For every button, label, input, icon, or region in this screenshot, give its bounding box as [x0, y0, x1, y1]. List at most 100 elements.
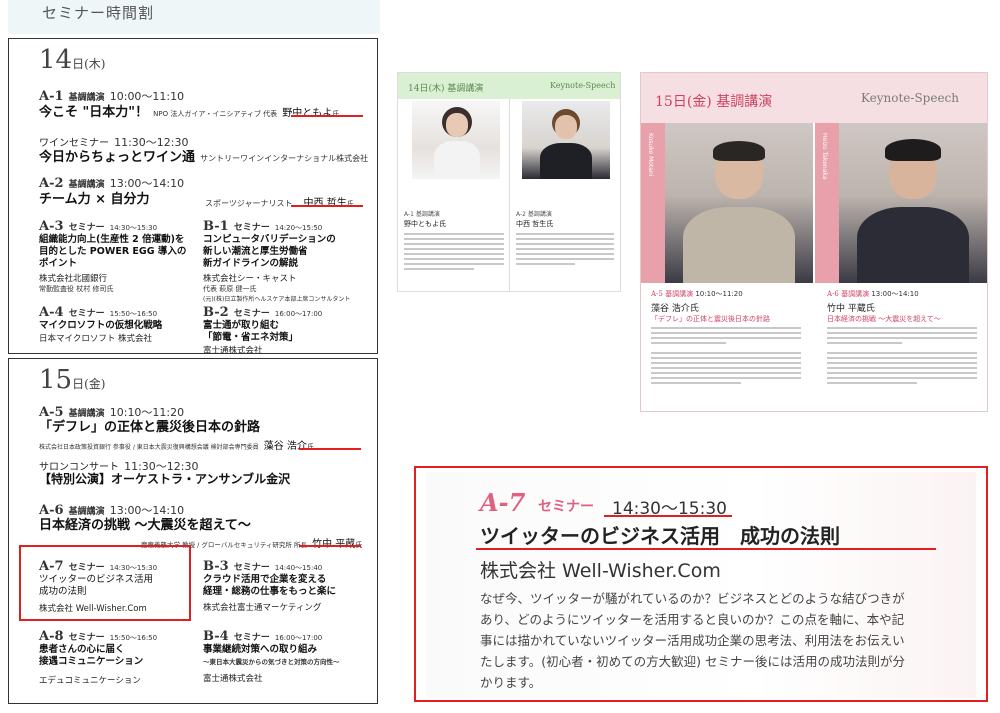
session-title-line: ポイント — [39, 258, 78, 269]
schedule-day15-panel: 15日(金) A-5 基調講演 10:10～11:20 「デフレ」の正体と震災後… — [8, 358, 378, 704]
day14-suffix: 日(木) — [72, 57, 106, 71]
session-tag: セミナー — [68, 309, 105, 319]
session-time: 15:50～16:50 — [109, 310, 158, 318]
session-tag: 基調講演 — [841, 290, 870, 298]
keynote-heading: 15日(金) 基調講演 — [655, 94, 773, 110]
description-line: あり、どのようにツイッターを活用すると良いのか？この点を軸に、本や記 — [480, 612, 905, 627]
a5-speaker-row: 株式会社日本政策投資銀行 参事役 / 東日本大震災復興構想会議 検討部会専門委員… — [39, 434, 314, 453]
spread-right-page: Keynote-Speech A-2 基調講演 中西 哲生氏 — [510, 73, 620, 291]
session-title-line: ～東日本大震災からの気づきと対策の方向性～ — [203, 658, 340, 666]
speaker-photo-a2 — [522, 101, 610, 179]
day15-date: 15日(金) — [39, 365, 105, 395]
session-tag: セミナー — [233, 633, 270, 643]
speaker-romaji: Kosuke Motani — [647, 133, 654, 177]
session-title-line: 富士通が取り組む — [203, 320, 280, 331]
speaker-name: 野中ともよ — [282, 108, 333, 119]
session-time: 13:00～14:10 — [871, 290, 919, 298]
company-name: 株式会社 Well-Wisher.Com — [39, 604, 147, 614]
session-title-line: 接遇コミュニケーション — [39, 656, 144, 667]
session-title-line: 経理・総務の仕事をもっと楽に — [203, 586, 337, 597]
session-title-line: 患者さんの心に届く — [39, 644, 125, 655]
face-shape — [555, 115, 577, 139]
session-code: A-8 — [39, 629, 64, 644]
company-name: 富士通株式会社 — [203, 674, 263, 684]
session-code: B-2 — [203, 305, 229, 320]
session-title-line: 成功の法則 — [39, 586, 87, 597]
speaker-name: 代表 萩原 健一氏 — [203, 285, 257, 293]
session-title: ツイッターのビジネス活用 成功の法則 — [480, 524, 840, 548]
a5-title: 「デフレ」の正体と震災後日本の針路 — [39, 420, 261, 435]
session-description: なぜ今、ツイッターが騒がれているのか？ビジネスとどのような結びつきが あり、どの… — [480, 588, 905, 693]
session-code: B-4 — [203, 629, 229, 644]
session-title-line: ツイッターのビジネス活用 — [39, 574, 154, 585]
day14-number: 14 — [39, 45, 73, 75]
company-name: 富士通株式会社 — [203, 346, 263, 354]
session-code: A-5 — [651, 290, 663, 298]
speaker-photo-a5 — [665, 123, 813, 283]
session-tag: セミナー — [233, 309, 270, 319]
face-shape — [446, 113, 468, 137]
session-time: 16:00～17:00 — [274, 634, 323, 642]
session-code: A-7 — [39, 559, 64, 574]
session-tag: セミナー — [233, 223, 270, 233]
session-title-line: コンピュータバリデーションの — [203, 234, 336, 245]
description-line: 事には描かれていないツイッター活用成功企業の思考法、利用法をお伝えい — [480, 633, 905, 648]
highlight-underline — [604, 515, 732, 517]
session-title-line: 「節電・省エネ対策」 — [203, 332, 299, 343]
speaker-photo-a6 — [839, 123, 987, 283]
session-title-line: マイクロソフトの仮想化戦略 — [39, 320, 163, 331]
speaker-photo-a1 — [412, 101, 500, 179]
session-code: B-3 — [203, 559, 229, 574]
a2-speaker-row: スポーツジャーナリスト 中西 哲生氏 — [205, 191, 354, 210]
session-tag: セミナー — [68, 633, 105, 643]
session-time: 15:50～16:50 — [109, 634, 158, 642]
b4-block: B-4 セミナー 16:00～17:00 事業継続対策への取り組み ～東日本大震… — [203, 625, 340, 684]
session-tag: セミナー — [538, 499, 594, 515]
speaker-name: 藻谷 浩介 — [263, 441, 307, 452]
speaker-org: NPO 法人ガイア・イニシアティブ 代表 — [153, 110, 278, 118]
a2-title: チーム力 × 自分力 — [39, 192, 150, 207]
session-code: A-6 — [827, 290, 839, 298]
session-time: 16:00～17:00 — [274, 310, 323, 318]
highlight-underline — [476, 548, 936, 550]
company-name: 日本マイクロソフト 株式会社 — [39, 334, 153, 344]
a2-caption: A-2 基調講演 — [516, 209, 552, 218]
session-tag: セミナー — [233, 563, 270, 573]
session-title-line: 新ガイドラインの解説 — [203, 258, 299, 269]
body-text-lines — [516, 233, 614, 268]
session-title: 今日からちょっとワイン通 — [39, 150, 196, 165]
a5-caption: A-5 基調講演 10:10～11:20 — [651, 289, 743, 299]
body-shape — [540, 143, 592, 179]
day15-suffix: 日(金) — [72, 377, 106, 391]
page-title: セミナー時間割 — [42, 4, 155, 22]
body-shape — [857, 207, 969, 283]
description-line: かります。 — [480, 675, 542, 690]
session-code: A-7 — [480, 488, 526, 517]
schedule-day14-panel: 14日(木) A-1 基調講演 10:00～11:10 今こそ "日本力"！ N… — [8, 38, 378, 354]
speaker-org: 株式会社日本政策投資銀行 参事役 / 東日本大震災復興構想会議 検討部会専門委員 — [39, 444, 259, 451]
hair-shape — [885, 139, 941, 161]
description-line: たします。(初心者・初めての方大歓迎) セミナー後には活用の成功法則が分 — [480, 654, 905, 669]
speaker-name: 藻谷 浩介氏 — [651, 304, 699, 314]
a1-caption: A-1 基調講演 — [404, 209, 440, 218]
session-code: A-1 — [404, 211, 414, 218]
session-tag: 基調講演 — [415, 211, 440, 218]
session-code: A-2 — [516, 211, 526, 218]
day15-number: 15 — [39, 365, 73, 395]
body-text-lines — [404, 233, 504, 273]
session-time: 14:30～15:30 — [109, 224, 158, 232]
session-code: A-4 — [39, 305, 64, 320]
keynote-card-day15: 15日(金) 基調講演 Keynote-Speech Kosuke Motani… — [640, 72, 988, 412]
spread-heading: 14日(木) 基調講演 — [408, 84, 484, 94]
speaker-name: 竹中 平蔵氏 — [827, 304, 875, 314]
highlight-underline — [291, 205, 363, 207]
description-line: なぜ今、ツイッターが騒がれているのか？ビジネスとどのような結びつきが — [480, 591, 905, 606]
spread-left-page: 14日(木) 基調講演 A-1 基調講演 野中ともよ氏 — [398, 73, 510, 291]
session-tag: 基調講演 — [665, 290, 694, 298]
session-tag: 基調講演 — [527, 211, 552, 218]
session-title: 日本経済の挑戦 ～大震災を超えて～ — [827, 315, 941, 323]
session-time: 14:40～15:40 — [274, 564, 323, 572]
body-shape — [683, 207, 795, 283]
speaker-name: 常勤監査役 杖村 修司氏 — [39, 285, 114, 293]
a7-detail-zoom: A-7 セミナー 14:30～15:30 ツイッターのビジネス活用 成功の法則 … — [414, 466, 988, 702]
